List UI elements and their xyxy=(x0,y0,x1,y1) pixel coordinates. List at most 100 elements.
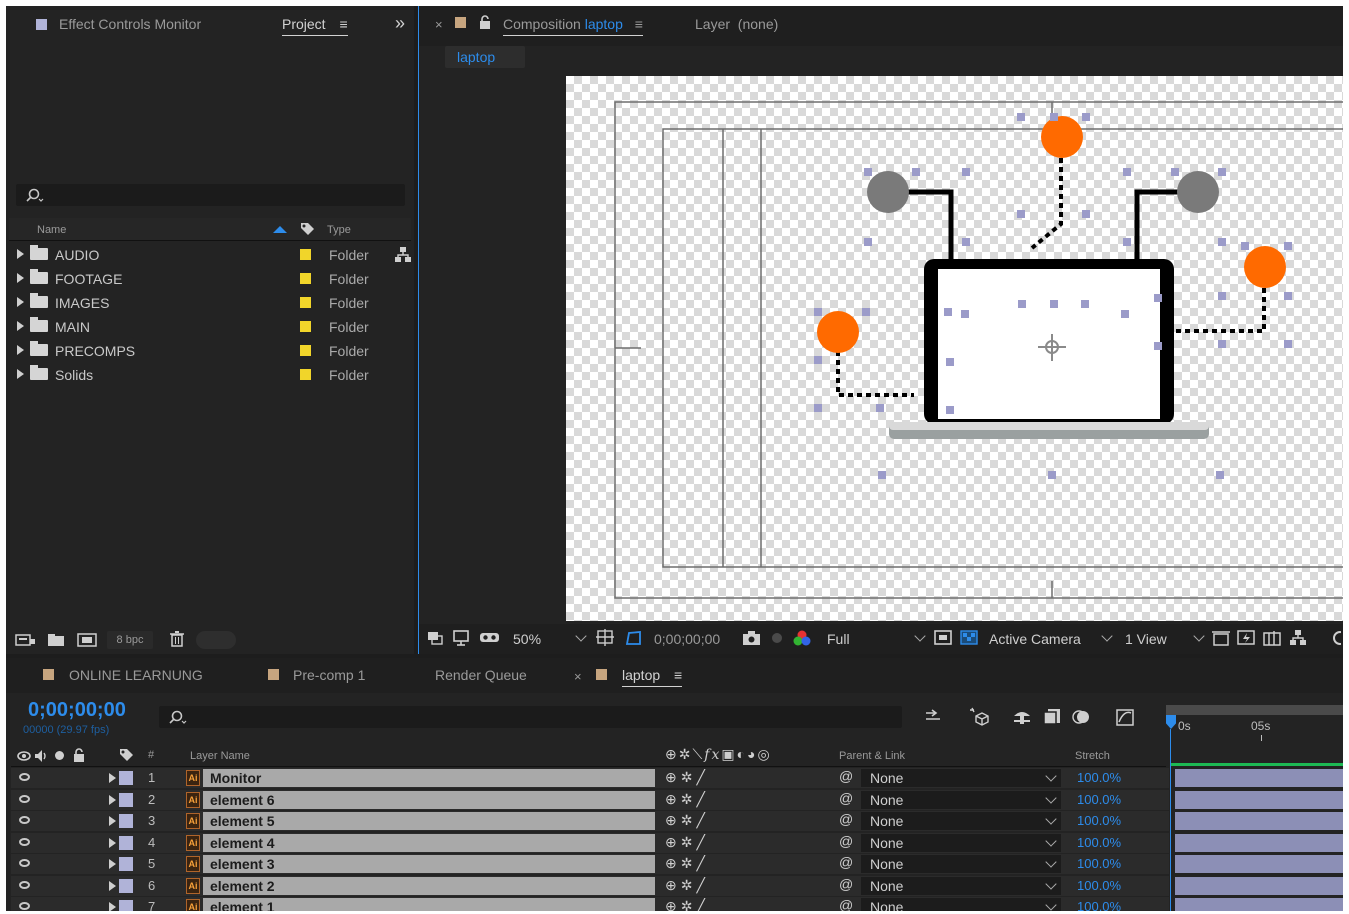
transform-handle[interactable] xyxy=(814,308,822,316)
layer-name[interactable]: element 1 xyxy=(210,899,275,911)
transform-handle[interactable] xyxy=(864,238,872,246)
expand-arrow-icon[interactable] xyxy=(109,881,116,891)
layer-switches[interactable]: ⊕✲╱ xyxy=(665,834,709,851)
fast-preview-icon[interactable] xyxy=(1237,629,1257,647)
view-layout-dropdown[interactable]: 1 View xyxy=(1125,631,1167,647)
timeline-timecode[interactable]: 0;00;00;00 xyxy=(28,699,126,722)
project-item[interactable]: Solids Folder xyxy=(9,363,389,386)
sort-ascending-icon[interactable] xyxy=(273,226,287,233)
current-time-indicator[interactable] xyxy=(1166,715,1176,729)
timeline-icon[interactable] xyxy=(1263,629,1283,647)
comp-flowchart-icon[interactable] xyxy=(1289,629,1307,647)
trash-icon[interactable] xyxy=(169,630,185,648)
layer-row[interactable]: 1 Ai Monitor ⊕✲╱ @ None 100.0% xyxy=(11,768,1343,788)
expand-arrow-icon[interactable] xyxy=(109,859,116,869)
parent-dropdown[interactable]: None xyxy=(861,834,1061,852)
flowchart-icon[interactable] xyxy=(394,246,412,264)
label-tag-icon[interactable] xyxy=(118,747,134,763)
panel-overflow-icon[interactable]: » xyxy=(395,13,405,34)
resolution-dropdown[interactable]: Full xyxy=(827,631,850,647)
layer-label-color[interactable] xyxy=(119,814,133,828)
new-folder-icon[interactable] xyxy=(47,632,67,648)
layer-stretch[interactable]: 100.0% xyxy=(1077,856,1121,871)
eye-icon[interactable] xyxy=(19,881,30,889)
expand-arrow-icon[interactable] xyxy=(17,321,24,331)
chevron-down-icon[interactable] xyxy=(575,630,587,642)
lock-icon[interactable] xyxy=(73,748,85,762)
transform-handle[interactable] xyxy=(1050,300,1058,308)
transform-handle[interactable] xyxy=(962,168,970,176)
layer-duration-bar[interactable] xyxy=(1175,769,1343,787)
expand-arrow-icon[interactable] xyxy=(109,816,116,826)
transform-handle[interactable] xyxy=(814,356,822,364)
parent-dropdown[interactable]: None xyxy=(861,769,1061,787)
lock-icon[interactable] xyxy=(479,15,491,29)
monitor-icon[interactable] xyxy=(453,630,471,646)
spiral-pickwhip-icon[interactable]: @ xyxy=(839,833,853,849)
transform-handle[interactable] xyxy=(962,238,970,246)
transform-handle[interactable] xyxy=(864,168,872,176)
eye-icon[interactable] xyxy=(19,816,30,824)
layer-switches[interactable]: ⊕✲╱ xyxy=(665,791,709,808)
transform-handle[interactable] xyxy=(1017,210,1025,218)
column-layer-name[interactable]: Layer Name xyxy=(190,750,250,762)
layer-duration-bar[interactable] xyxy=(1175,877,1343,895)
work-area-bar[interactable] xyxy=(1166,705,1343,715)
transform-handle[interactable] xyxy=(912,168,920,176)
show-snapshot-icon[interactable] xyxy=(769,630,785,646)
label-color-swatch[interactable] xyxy=(300,273,311,284)
expand-arrow-icon[interactable] xyxy=(17,345,24,355)
layer-label-color[interactable] xyxy=(119,836,133,850)
project-item[interactable]: FOOTAGE Folder xyxy=(9,267,389,290)
layer-label-color[interactable] xyxy=(119,793,133,807)
layer-stretch[interactable]: 100.0% xyxy=(1077,792,1121,807)
column-name[interactable]: Name xyxy=(37,224,66,236)
tab-render-queue[interactable]: Render Queue xyxy=(435,667,527,683)
transform-handle[interactable] xyxy=(946,358,954,366)
color-channels-icon[interactable] xyxy=(792,629,812,647)
label-color-swatch[interactable] xyxy=(300,297,311,308)
layer-name[interactable]: element 4 xyxy=(210,835,275,851)
layer-label-color[interactable] xyxy=(119,771,133,785)
column-type[interactable]: Type xyxy=(327,224,351,236)
layer-stretch[interactable]: 100.0% xyxy=(1077,770,1121,785)
transform-handle[interactable] xyxy=(961,310,969,318)
draft-3d-icon[interactable] xyxy=(968,706,990,726)
eye-icon[interactable] xyxy=(17,749,31,763)
tab-effect-controls[interactable]: Effect Controls Monitor xyxy=(36,16,201,32)
layer-row[interactable]: 7 Ai element 1 ⊕✲╱ @ None 100.0% xyxy=(11,897,1343,911)
layer-switches[interactable]: ⊕✲╱ xyxy=(665,812,709,829)
spiral-pickwhip-icon[interactable]: @ xyxy=(839,854,853,870)
solo-icon[interactable] xyxy=(55,751,64,760)
spiral-pickwhip-icon[interactable]: @ xyxy=(839,897,853,911)
camera-view-dropdown[interactable]: Active Camera xyxy=(989,631,1081,647)
parent-dropdown[interactable]: None xyxy=(861,812,1061,830)
transform-handle[interactable] xyxy=(878,471,886,479)
layer-switches[interactable]: ⊕✲╱ xyxy=(665,898,709,911)
transform-handle[interactable] xyxy=(1121,310,1129,318)
always-preview-icon[interactable] xyxy=(427,631,445,647)
transform-handle[interactable] xyxy=(1050,113,1058,121)
toggle-pixel-aspect-icon[interactable] xyxy=(1212,629,1230,647)
transform-handle[interactable] xyxy=(1171,168,1179,176)
layer-stretch[interactable]: 100.0% xyxy=(1077,813,1121,828)
project-scrollbar[interactable] xyxy=(196,631,236,649)
spiral-pickwhip-icon[interactable]: @ xyxy=(839,790,853,806)
transform-handle[interactable] xyxy=(814,404,822,412)
project-item[interactable]: AUDIO Folder xyxy=(9,243,389,266)
transform-handle[interactable] xyxy=(1216,471,1224,479)
chevron-down-icon[interactable] xyxy=(1101,630,1113,642)
parent-dropdown[interactable]: None xyxy=(861,855,1061,873)
hamburger-menu-icon[interactable]: ≡ xyxy=(339,16,347,32)
layer-row[interactable]: 6 Ai element 2 ⊕✲╱ @ None 100.0% xyxy=(11,876,1343,896)
new-composition-icon[interactable] xyxy=(77,632,99,648)
expand-arrow-icon[interactable] xyxy=(17,369,24,379)
comp-breadcrumb[interactable]: laptop xyxy=(445,46,525,68)
eye-icon[interactable] xyxy=(19,902,30,910)
layer-switches[interactable]: ⊕✲╱ xyxy=(665,877,709,894)
parent-dropdown[interactable]: None xyxy=(861,791,1061,809)
graph-editor-icon[interactable] xyxy=(1116,707,1136,727)
transform-handle[interactable] xyxy=(1082,113,1090,121)
expand-arrow-icon[interactable] xyxy=(109,902,116,911)
expand-arrow-icon[interactable] xyxy=(17,273,24,283)
